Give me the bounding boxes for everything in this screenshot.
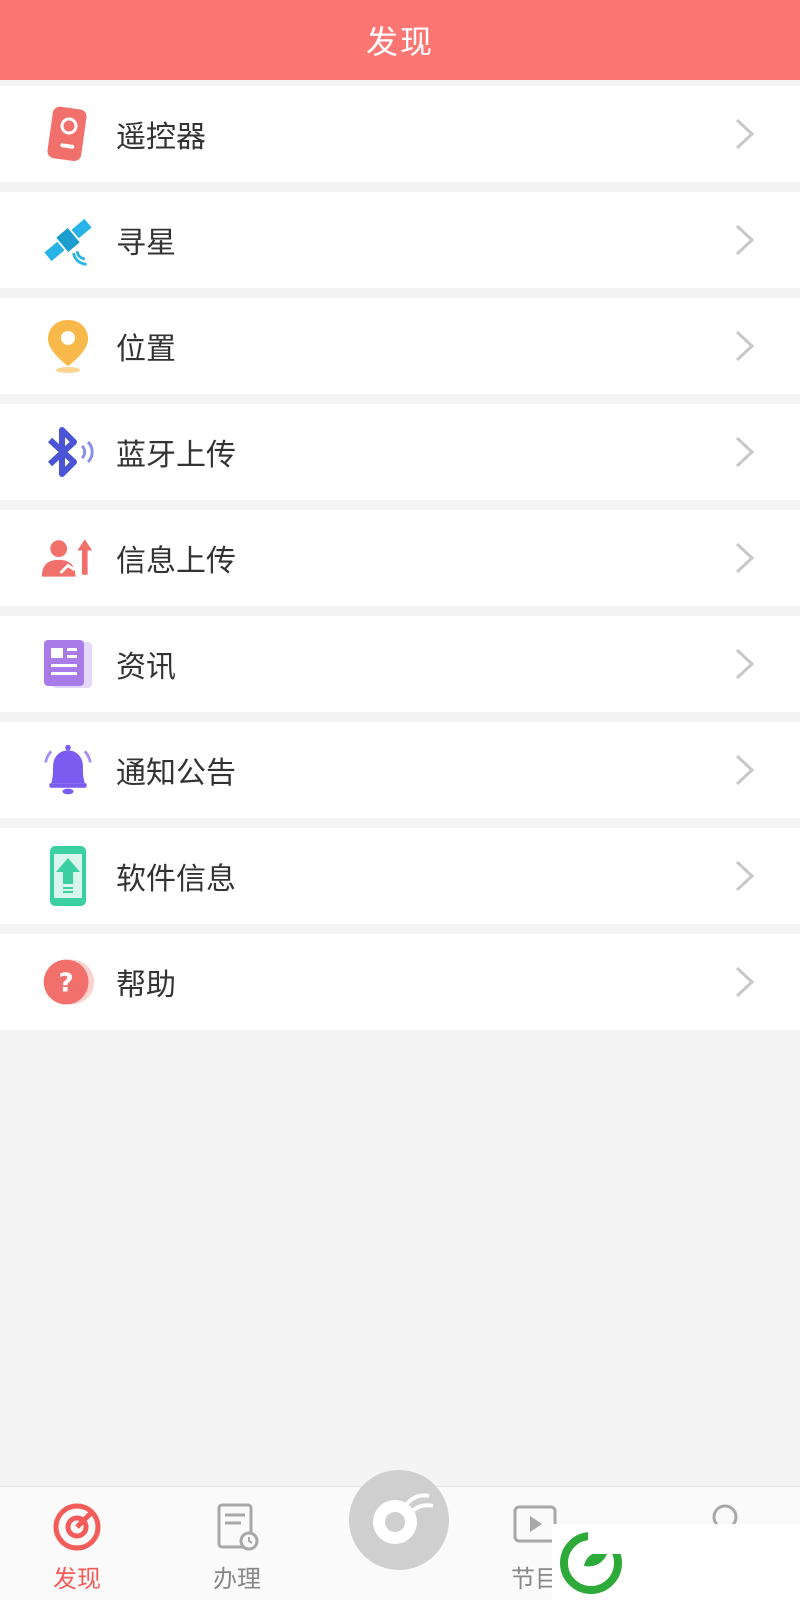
chevron-right-icon bbox=[735, 542, 755, 574]
menu-item-label: 遥控器 bbox=[116, 120, 206, 155]
menu-item-label: 软件信息 bbox=[116, 862, 236, 897]
tab-handle[interactable]: 办理 bbox=[182, 1487, 292, 1600]
watermark bbox=[552, 1524, 800, 1600]
menu-item-help[interactable]: ? 帮助 bbox=[0, 934, 800, 1030]
menu-item-label: 蓝牙上传 bbox=[116, 438, 236, 473]
location-pin-icon bbox=[40, 318, 96, 374]
satellite-icon bbox=[40, 212, 96, 268]
menu-item-remote-control[interactable]: 遥控器 bbox=[0, 86, 800, 182]
discover-menu-list: 遥控器 寻星 位置 蓝牙上传 信息上传 资讯 通知公告 软件信息 ? 帮助 bbox=[0, 86, 800, 1040]
news-icon bbox=[40, 636, 96, 692]
menu-item-satellite[interactable]: 寻星 bbox=[0, 192, 800, 288]
chevron-right-icon bbox=[735, 754, 755, 786]
menu-item-label: 位置 bbox=[116, 332, 176, 367]
chevron-right-icon bbox=[735, 118, 755, 150]
document-clock-icon bbox=[211, 1501, 263, 1553]
chevron-right-icon bbox=[735, 648, 755, 680]
user-upload-icon bbox=[40, 530, 96, 586]
tab-discover[interactable]: 发现 bbox=[22, 1487, 132, 1600]
bluetooth-icon bbox=[40, 424, 96, 480]
menu-item-software-info[interactable]: 软件信息 bbox=[0, 828, 800, 924]
remote-control-icon bbox=[40, 106, 96, 162]
menu-item-label: 信息上传 bbox=[116, 544, 236, 579]
page-title: 发现 bbox=[365, 23, 434, 61]
menu-item-label: 通知公告 bbox=[116, 756, 236, 791]
help-icon: ? bbox=[40, 954, 96, 1010]
menu-item-label: 帮助 bbox=[116, 968, 176, 1003]
bell-icon bbox=[40, 742, 96, 798]
phone-upgrade-icon bbox=[40, 846, 96, 906]
chevron-right-icon bbox=[735, 436, 755, 468]
tab-label: 发现 bbox=[53, 1565, 101, 1593]
chevron-right-icon bbox=[735, 860, 755, 892]
center-logo-button[interactable] bbox=[349, 1470, 449, 1570]
menu-item-label: 资讯 bbox=[116, 650, 176, 685]
menu-item-location[interactable]: 位置 bbox=[0, 298, 800, 394]
menu-item-news[interactable]: 资讯 bbox=[0, 616, 800, 712]
chevron-right-icon bbox=[735, 966, 755, 998]
menu-item-bluetooth-upload[interactable]: 蓝牙上传 bbox=[0, 404, 800, 500]
svg-text:?: ? bbox=[59, 968, 74, 998]
discover-icon bbox=[51, 1501, 103, 1553]
tab-label: 办理 bbox=[213, 1565, 261, 1593]
top-app-bar: 发现 bbox=[0, 0, 800, 80]
chevron-right-icon bbox=[735, 224, 755, 256]
center-logo-icon bbox=[359, 1478, 439, 1562]
menu-item-label: 寻星 bbox=[116, 226, 176, 261]
menu-item-notice[interactable]: 通知公告 bbox=[0, 722, 800, 818]
leaf-logo-icon bbox=[560, 1532, 622, 1594]
chevron-right-icon bbox=[735, 330, 755, 362]
menu-item-info-upload[interactable]: 信息上传 bbox=[0, 510, 800, 606]
